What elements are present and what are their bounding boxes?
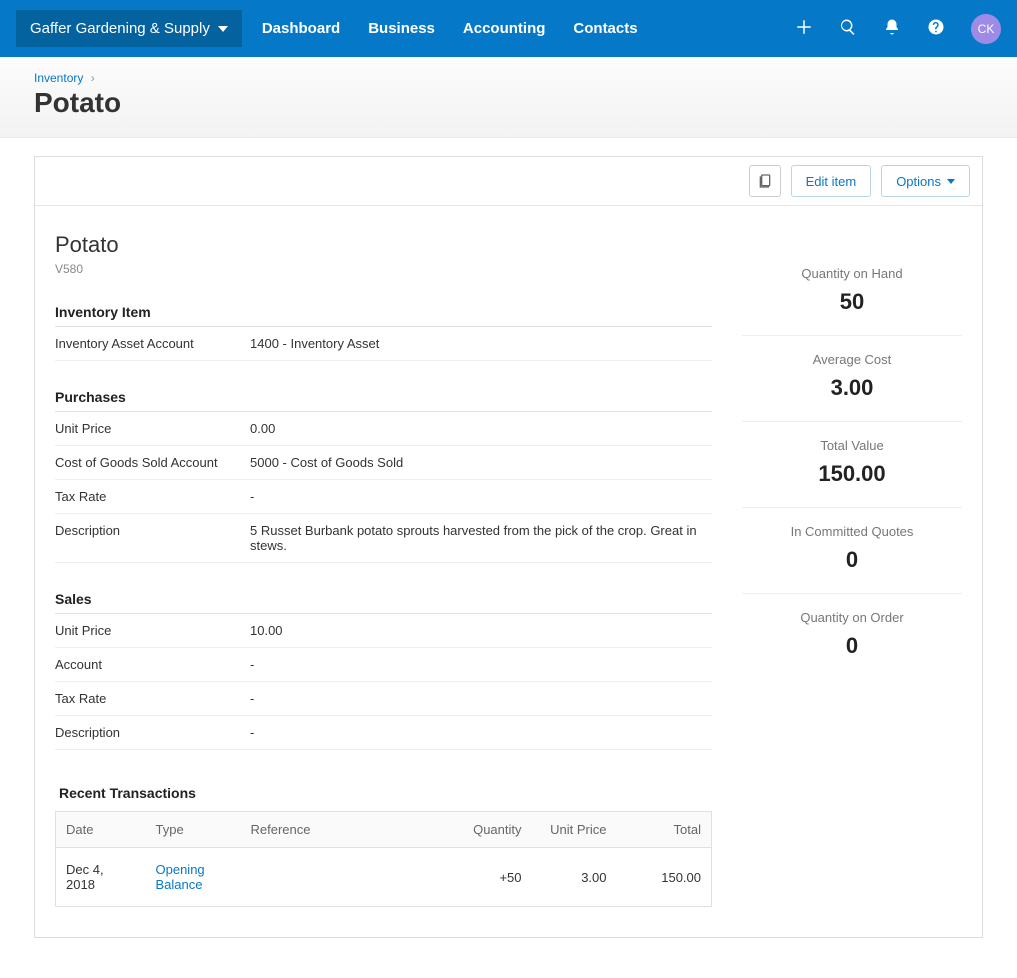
cell-date: Dec 4, 2018	[56, 848, 146, 907]
recent-transactions-title: Recent Transactions	[55, 785, 712, 801]
avatar[interactable]: CK	[971, 14, 1001, 44]
detail-label: Description	[55, 725, 250, 740]
panel-content: Potato V580 Inventory Item Inventory Ass…	[35, 206, 982, 937]
avatar-initials: CK	[978, 22, 995, 36]
detail-value: 5000 - Cost of Goods Sold	[250, 455, 712, 470]
detail-value: 10.00	[250, 623, 712, 638]
stat-qty-on-hand: Quantity on Hand 50	[742, 250, 962, 336]
row-sales-account: Account -	[55, 648, 712, 682]
section-sales-title: Sales	[55, 591, 712, 614]
side-column: Quantity on Hand 50 Average Cost 3.00 To…	[742, 232, 962, 907]
stat-label: Total Value	[742, 438, 962, 453]
detail-value: -	[250, 725, 712, 740]
breadcrumb-inventory[interactable]: Inventory	[34, 71, 83, 85]
copy-icon[interactable]	[749, 165, 781, 197]
cell-unitprice: 3.00	[532, 848, 617, 907]
options-label: Options	[896, 174, 941, 189]
chevron-down-icon	[947, 179, 955, 184]
page-body: Edit item Options Potato V580 Inventory …	[0, 138, 1017, 978]
nav-accounting[interactable]: Accounting	[463, 20, 546, 37]
detail-label: Tax Rate	[55, 489, 250, 504]
edit-item-label: Edit item	[806, 174, 857, 189]
section-purchases-title: Purchases	[55, 389, 712, 412]
options-button[interactable]: Options	[881, 165, 970, 197]
stat-qty-on-order: Quantity on Order 0	[742, 594, 962, 679]
row-sales-tax: Tax Rate -	[55, 682, 712, 716]
row-purchase-desc: Description 5 Russet Burbank potato spro…	[55, 514, 712, 563]
col-quantity: Quantity	[447, 812, 532, 848]
detail-value: 0.00	[250, 421, 712, 436]
stat-value: 50	[742, 289, 962, 315]
search-icon[interactable]	[839, 18, 857, 39]
edit-item-button[interactable]: Edit item	[791, 165, 872, 197]
stat-label: Average Cost	[742, 352, 962, 367]
detail-value: -	[250, 691, 712, 706]
detail-label: Inventory Asset Account	[55, 336, 250, 351]
row-cogs-account: Cost of Goods Sold Account 5000 - Cost o…	[55, 446, 712, 480]
nav-contacts[interactable]: Contacts	[573, 20, 637, 37]
row-inventory-asset: Inventory Asset Account 1400 - Inventory…	[55, 327, 712, 361]
recent-transactions-table: Date Type Reference Quantity Unit Price …	[55, 811, 712, 907]
breadcrumb: Inventory ›	[34, 71, 983, 85]
main-column: Potato V580 Inventory Item Inventory Ass…	[55, 232, 712, 907]
detail-label: Tax Rate	[55, 691, 250, 706]
detail-value: 1400 - Inventory Asset	[250, 336, 712, 351]
org-name: Gaffer Gardening & Supply	[30, 20, 210, 37]
detail-value: -	[250, 489, 712, 504]
bell-icon[interactable]	[883, 18, 901, 39]
item-code: V580	[55, 262, 712, 276]
stat-committed-quotes: In Committed Quotes 0	[742, 508, 962, 594]
col-type: Type	[146, 812, 241, 848]
detail-value: 5 Russet Burbank potato sprouts harveste…	[250, 523, 712, 553]
stat-value: 0	[742, 547, 962, 573]
row-purchase-unitprice: Unit Price 0.00	[55, 412, 712, 446]
cell-reference	[241, 848, 447, 907]
col-total: Total	[617, 812, 712, 848]
stat-label: In Committed Quotes	[742, 524, 962, 539]
stat-label: Quantity on Order	[742, 610, 962, 625]
cell-total: 150.00	[617, 848, 712, 907]
detail-label: Cost of Goods Sold Account	[55, 455, 250, 470]
breadcrumb-separator: ›	[91, 71, 95, 85]
detail-label: Account	[55, 657, 250, 672]
topbar: Gaffer Gardening & Supply Dashboard Busi…	[0, 0, 1017, 57]
add-icon[interactable]	[795, 18, 813, 39]
stat-avg-cost: Average Cost 3.00	[742, 336, 962, 422]
detail-label: Unit Price	[55, 421, 250, 436]
nav-dashboard[interactable]: Dashboard	[262, 20, 340, 37]
row-sales-unitprice: Unit Price 10.00	[55, 614, 712, 648]
cell-type-link[interactable]: Opening Balance	[156, 862, 205, 892]
item-name: Potato	[55, 232, 712, 258]
nav-business[interactable]: Business	[368, 20, 435, 37]
item-panel: Edit item Options Potato V580 Inventory …	[34, 156, 983, 938]
detail-label: Description	[55, 523, 250, 553]
stat-value: 0	[742, 633, 962, 659]
stat-total-value: Total Value 150.00	[742, 422, 962, 508]
chevron-down-icon	[218, 26, 228, 32]
stat-value: 3.00	[742, 375, 962, 401]
cell-quantity: +50	[447, 848, 532, 907]
row-sales-desc: Description -	[55, 716, 712, 750]
stat-label: Quantity on Hand	[742, 266, 962, 281]
page-title: Potato	[34, 87, 983, 119]
col-reference: Reference	[241, 812, 447, 848]
page-header: Inventory › Potato	[0, 57, 1017, 138]
col-date: Date	[56, 812, 146, 848]
help-icon[interactable]	[927, 18, 945, 39]
nav-menu: Dashboard Business Accounting Contacts	[262, 20, 795, 37]
detail-label: Unit Price	[55, 623, 250, 638]
section-inventory-title: Inventory Item	[55, 304, 712, 327]
table-row: Dec 4, 2018 Opening Balance +50 3.00 150…	[56, 848, 712, 907]
stat-value: 150.00	[742, 461, 962, 487]
detail-value: -	[250, 657, 712, 672]
row-purchase-tax: Tax Rate -	[55, 480, 712, 514]
panel-toolbar: Edit item Options	[35, 157, 982, 206]
nav-icons: CK	[795, 14, 1001, 44]
org-selector[interactable]: Gaffer Gardening & Supply	[16, 10, 242, 47]
col-unitprice: Unit Price	[532, 812, 617, 848]
